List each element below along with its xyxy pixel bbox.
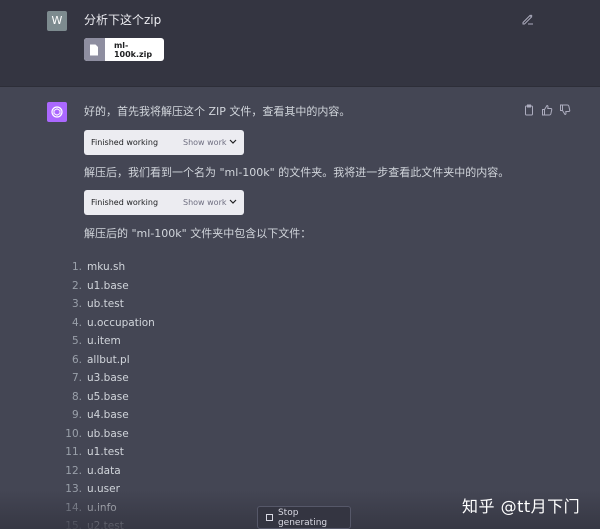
file-name: mku.sh [87, 261, 126, 273]
list-number: 2. [71, 279, 82, 292]
list-number: 4. [71, 316, 82, 329]
chevron-down-icon [229, 199, 237, 204]
reply-after-unzip: 解压后，我们看到一个名为 "ml-100k" 的文件夹。我将进一步查看此文件夹中… [84, 166, 510, 179]
file-name: ub.test [87, 298, 124, 310]
thumbs-down-icon[interactable] [559, 104, 571, 116]
file-name: u1.base [87, 279, 129, 292]
list-item: 2. u1.base [60, 277, 260, 295]
file-name: u.data [87, 464, 121, 477]
file-name: u.user [87, 483, 120, 495]
file-name: u3.base [87, 372, 129, 384]
file-name: u5.base [87, 390, 129, 403]
list-item: 1. mku.sh [60, 258, 260, 276]
file-list-intro: 解压后的 "ml-100k" 文件夹中包含以下文件： [84, 227, 312, 240]
attachment-name: ml-100k.zip [113, 40, 153, 59]
list-item: 11. u1.test [60, 443, 260, 461]
list-item: 7. u3.base [60, 369, 260, 387]
list-item: 6. allbut.pl [60, 351, 260, 369]
list-number: 8. [71, 390, 82, 403]
list-number: 3. [71, 298, 82, 310]
list-item: 10. ub.base [60, 425, 260, 443]
work-status-box[interactable]: Finished working Show work [84, 130, 244, 155]
list-number: 5. [71, 335, 82, 347]
work-status-label: Finished working [91, 138, 159, 147]
stop-generating-button[interactable]: Stop generating [257, 506, 351, 529]
work-status-label: Finished working [91, 198, 159, 207]
list-item: 15. u2.test [60, 517, 260, 529]
user-avatar: W [47, 11, 67, 31]
user-message: W 分析下这个zip ml-100k.zip [0, 0, 600, 87]
file-name: u.info [87, 501, 117, 514]
list-number: 9. [71, 409, 82, 421]
file-name: allbut.pl [87, 353, 130, 366]
file-name: ub.base [87, 427, 129, 440]
chevron-down-icon [229, 139, 237, 144]
list-item: 12. u.data [60, 462, 260, 480]
attachment-chip[interactable]: ml-100k.zip [84, 38, 164, 61]
list-number: 7. [71, 372, 82, 384]
list-number: 14. [65, 501, 82, 514]
list-item: 13. u.user [60, 480, 260, 498]
list-item: 3. ub.test [60, 295, 260, 313]
stop-generating-label: Stop generating [277, 507, 328, 528]
file-name: u.occupation [87, 316, 155, 329]
list-item: 5. u.item [60, 332, 260, 350]
user-message-text: 分析下这个zip [84, 13, 162, 27]
thumbs-up-icon[interactable] [541, 104, 553, 116]
show-work-toggle[interactable]: Show work [183, 198, 227, 207]
watermark: 知乎 @tt月下门 [462, 497, 581, 516]
list-number: 11. [65, 446, 82, 458]
list-number: 6. [71, 353, 82, 366]
reply-intro: 好的，首先我将解压这个 ZIP 文件，查看其中的内容。 [84, 105, 351, 118]
list-number: 13. [65, 483, 82, 495]
work-status-box[interactable]: Finished working Show work [84, 190, 244, 215]
list-item: 4. u.occupation [60, 314, 260, 332]
show-work-toggle[interactable]: Show work [183, 138, 227, 147]
file-name: u2.test [87, 520, 124, 529]
clipboard-icon[interactable] [523, 104, 535, 116]
pencil-icon[interactable] [521, 12, 535, 26]
list-item: 8. u5.base [60, 388, 260, 406]
openai-logo-icon [47, 102, 67, 122]
file-name: u4.base [87, 409, 129, 421]
list-number: 15. [65, 520, 82, 529]
file-icon [84, 38, 105, 61]
list-number: 12. [65, 464, 82, 477]
stop-icon [266, 514, 273, 521]
list-number: 10. [65, 427, 82, 440]
list-number: 1. [71, 261, 82, 273]
file-name: u.item [87, 335, 121, 347]
file-name: u1.test [87, 446, 124, 458]
list-item: 9. u4.base [60, 406, 260, 424]
list-item: 14. u.info [60, 499, 260, 517]
